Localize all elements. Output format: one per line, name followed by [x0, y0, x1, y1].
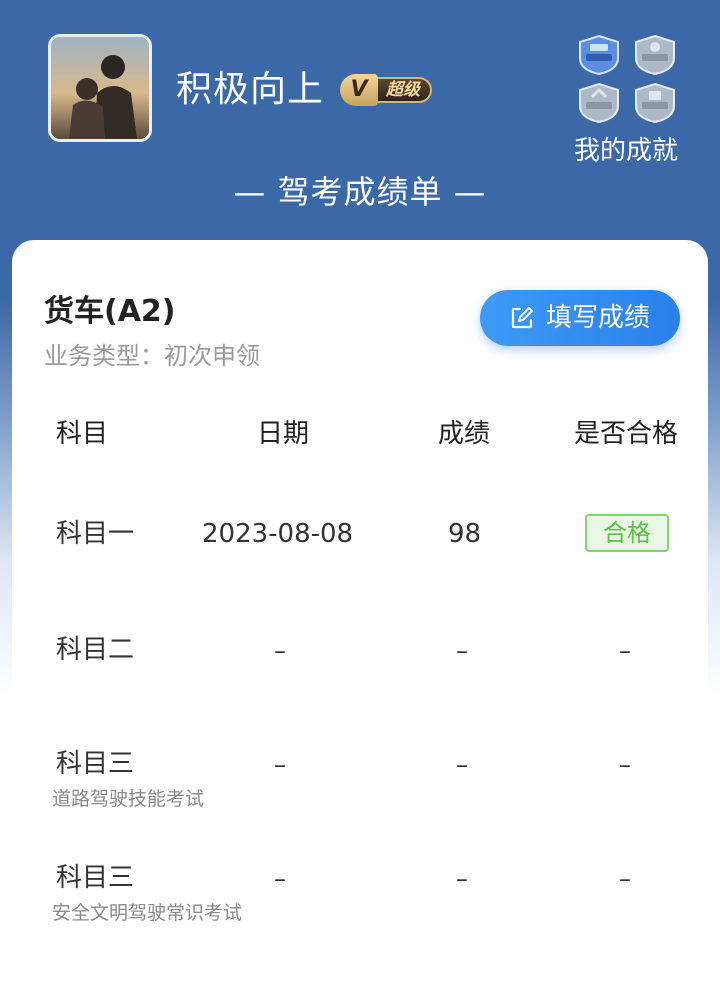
username: 积极向上: [176, 69, 325, 110]
table-row-score: –: [456, 637, 468, 665]
badge-locked-icon: [579, 82, 619, 124]
page-title: — 驾考成绩单 —: [233, 173, 487, 211]
column-header-subject: 科目: [56, 419, 109, 449]
table-row-note: 道路驾驶技能考试: [52, 788, 205, 810]
table-row-score: –: [456, 865, 468, 893]
badge-locked-icon: [635, 82, 675, 124]
score-card: 货车(A2) 业务类型：初次申领 填写成绩 科目 日期 成绩 是否合格 科目一 …: [12, 240, 708, 1000]
table-row-date: –: [274, 637, 286, 665]
fill-score-label: 填写成绩: [545, 303, 650, 333]
table-row-score: –: [456, 751, 468, 779]
table-row-subject: 科目三: [56, 749, 135, 779]
badge-grid: [576, 34, 686, 126]
table-row-date: –: [274, 865, 286, 893]
achievements-label: 我的成就: [574, 136, 679, 166]
column-header-qualified: 是否合格: [574, 419, 679, 449]
vip-icon: V: [340, 74, 378, 106]
fill-score-button[interactable]: 填写成绩: [480, 290, 680, 346]
badge-locked-icon: [635, 34, 675, 76]
business-type: 业务类型：初次申领: [44, 342, 260, 370]
vip-label: 超级: [374, 77, 432, 103]
license-type: 货车(A2): [44, 294, 176, 329]
table-row-qualified: –: [619, 637, 631, 665]
avatar[interactable]: [48, 34, 152, 142]
table-row-subject: 科目一: [56, 519, 135, 549]
column-header-score: 成绩: [438, 419, 491, 449]
table-row-qualified: –: [619, 865, 631, 893]
achievements[interactable]: 我的成就: [570, 34, 690, 166]
table-row-date: 2023-08-08: [202, 519, 354, 549]
table-row-qualified: –: [619, 751, 631, 779]
column-header-date: 日期: [257, 419, 310, 449]
table-row-note: 安全文明驾驶常识考试: [52, 902, 243, 924]
table-row-subject: 科目二: [56, 635, 135, 665]
badge-passed-icon: [579, 34, 619, 76]
status-badge: 合格: [585, 514, 669, 552]
table-row-score: 98: [448, 519, 482, 549]
edit-icon: [511, 307, 533, 329]
table-row-subject: 科目三: [56, 863, 135, 893]
table-row-date: –: [274, 751, 286, 779]
vip-badge[interactable]: 超级 V: [340, 74, 432, 106]
